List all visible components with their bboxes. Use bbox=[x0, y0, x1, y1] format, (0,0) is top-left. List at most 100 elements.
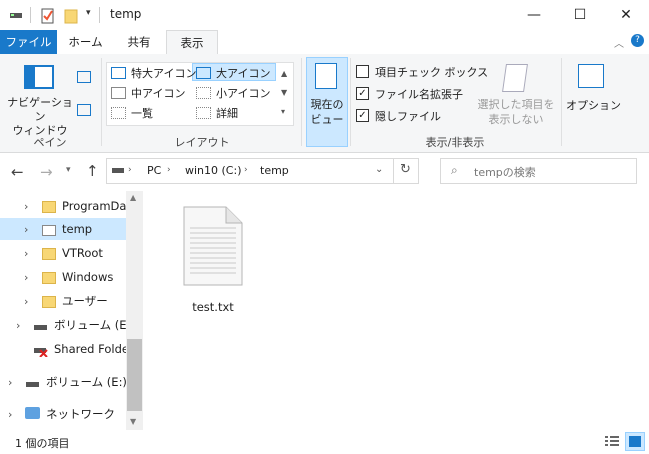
medium-icons-icon bbox=[111, 87, 126, 99]
details-pane-icon[interactable] bbox=[77, 104, 91, 116]
file-name: test.txt bbox=[192, 300, 234, 314]
up-arrow-icon[interactable]: ↑ bbox=[86, 162, 99, 180]
tab-share[interactable]: 共有 bbox=[114, 30, 164, 54]
folder-icon bbox=[42, 248, 56, 260]
large-icons-view-icon[interactable] bbox=[625, 432, 645, 451]
nav-scrollbar[interactable]: ▲ ▼ bbox=[126, 191, 143, 430]
layout-small-icons[interactable]: 小アイコン bbox=[216, 85, 270, 101]
new-folder-icon[interactable] bbox=[64, 8, 78, 24]
properties-icon[interactable] bbox=[41, 8, 55, 24]
help-icon[interactable]: ? bbox=[631, 34, 644, 47]
options-button[interactable]: オプション bbox=[566, 97, 621, 113]
address-bar[interactable]: › PC › win10 (C:) › temp ⌄ ↻ bbox=[106, 158, 419, 184]
large-icons-icon bbox=[196, 67, 211, 79]
item-count: 1 個の項目 bbox=[15, 437, 70, 450]
tree-item-network[interactable]: ネットワーク bbox=[46, 403, 115, 425]
extra-large-icons-icon bbox=[111, 67, 126, 79]
chevron-right-icon[interactable]: › bbox=[16, 319, 20, 332]
tab-view[interactable]: 表示 bbox=[166, 30, 218, 55]
tree-item-windows[interactable]: Windows bbox=[62, 266, 113, 288]
customize-qat-icon[interactable]: ▾ bbox=[86, 8, 91, 18]
navigation-pane: › ProgramDat › temp › VTRoot › Windows ›… bbox=[0, 191, 143, 430]
tree-item-volume-e-2[interactable]: ボリューム (E:) bbox=[46, 371, 127, 393]
file-extension-toggle[interactable]: ✓ bbox=[356, 87, 369, 100]
layout-medium-icons[interactable]: 中アイコン bbox=[131, 85, 185, 101]
maximize-button[interactable]: ☐ bbox=[557, 0, 603, 30]
drive-icon bbox=[34, 325, 47, 330]
tab-file[interactable]: ファイル bbox=[0, 30, 57, 54]
drive-icon bbox=[9, 8, 23, 22]
hide-selected-button[interactable]: 選択した項目を 表示しない bbox=[476, 97, 556, 127]
tree-item-temp[interactable]: temp bbox=[62, 218, 92, 240]
chevron-right-icon[interactable]: › bbox=[24, 295, 28, 308]
tree-item-vtroot[interactable]: VTRoot bbox=[62, 242, 103, 264]
chevron-right-icon[interactable]: › bbox=[24, 271, 28, 284]
title-bar: ▾ temp — ☐ ✕ bbox=[0, 0, 649, 30]
hide-selected-icon bbox=[502, 64, 528, 92]
back-arrow-icon[interactable]: ← bbox=[11, 163, 24, 181]
current-view-label: 現在の ビュー bbox=[310, 98, 344, 126]
chevron-right-icon[interactable]: › bbox=[24, 247, 28, 260]
layout-list[interactable]: 一覧 bbox=[131, 105, 153, 121]
chevron-right-icon[interactable]: › bbox=[8, 376, 12, 389]
drive-icon bbox=[112, 168, 124, 173]
options-icon bbox=[578, 64, 604, 88]
breadcrumb-temp[interactable]: temp bbox=[260, 164, 289, 177]
folder-icon bbox=[42, 201, 56, 213]
navigation-pane-button[interactable]: ナビゲーション ウィンドウ bbox=[6, 96, 74, 138]
tree-item-programdata[interactable]: ProgramDat bbox=[62, 195, 126, 217]
current-view-icon bbox=[315, 63, 337, 89]
search-placeholder: tempの検索 bbox=[474, 166, 536, 179]
layout-large-icons[interactable]: 大アイコン bbox=[216, 65, 270, 81]
details-icon bbox=[196, 107, 211, 119]
breadcrumb-separator-icon: › bbox=[244, 165, 248, 175]
minimize-button[interactable]: — bbox=[511, 0, 557, 30]
chevron-right-icon[interactable]: › bbox=[24, 200, 28, 213]
breadcrumb-drive[interactable]: win10 (C:) bbox=[185, 164, 242, 177]
scroll-up-icon[interactable]: ▲ bbox=[130, 193, 136, 202]
file-item[interactable]: test.txt bbox=[180, 206, 246, 314]
preview-pane-icon[interactable] bbox=[77, 71, 91, 83]
breadcrumb-separator-icon: › bbox=[128, 165, 132, 175]
navigation-pane-icon bbox=[24, 65, 54, 89]
show-hide-group-label: 表示/非表示 bbox=[425, 136, 485, 149]
close-button[interactable]: ✕ bbox=[603, 0, 649, 30]
ribbon-tabs: ファイル ホーム 共有 表示 ︿ ? bbox=[0, 30, 649, 55]
file-extension-label: ファイル名拡張子 bbox=[375, 88, 463, 101]
refresh-icon[interactable]: ↻ bbox=[400, 162, 411, 177]
window-title: temp bbox=[110, 7, 142, 21]
tab-home[interactable]: ホーム bbox=[57, 30, 114, 54]
item-checkbox-toggle[interactable] bbox=[356, 65, 369, 78]
layout-extra-large-icons[interactable]: 特大アイコン bbox=[131, 65, 196, 81]
scroll-down-icon[interactable]: ▼ bbox=[130, 417, 136, 426]
scrollbar-thumb[interactable] bbox=[127, 339, 142, 411]
folder-icon bbox=[42, 296, 56, 308]
search-box[interactable]: ⌕ tempの検索 bbox=[440, 158, 637, 184]
hidden-files-label: 隠しファイル bbox=[375, 110, 441, 123]
search-icon: ⌕ bbox=[451, 163, 458, 177]
layout-group-label: レイアウト bbox=[174, 136, 230, 149]
pane-group-label: ペイン bbox=[33, 136, 67, 149]
gallery-scroll-arrows[interactable]: ▲ ▼ ▾ bbox=[281, 64, 287, 121]
breadcrumb-pc[interactable]: PC bbox=[147, 164, 161, 177]
tree-item-shared-folder[interactable]: Shared Folder bbox=[54, 338, 134, 360]
network-icon bbox=[25, 407, 40, 419]
chevron-right-icon[interactable]: › bbox=[8, 408, 12, 421]
details-view-icon[interactable] bbox=[604, 434, 620, 449]
layout-details[interactable]: 詳細 bbox=[216, 105, 238, 121]
recent-locations-icon[interactable]: ▾ bbox=[66, 165, 71, 175]
drive-icon bbox=[26, 382, 39, 387]
status-bar: 1 個の項目 bbox=[0, 430, 649, 454]
shared-folder-icon bbox=[42, 225, 56, 236]
chevron-right-icon[interactable]: › bbox=[24, 223, 28, 236]
tree-item-users[interactable]: ユーザー bbox=[62, 290, 108, 312]
hidden-files-toggle[interactable]: ✓ bbox=[356, 109, 369, 122]
forward-arrow-icon[interactable]: → bbox=[40, 163, 53, 181]
breadcrumb-separator-icon: › bbox=[167, 165, 171, 175]
folder-icon bbox=[42, 272, 56, 284]
collapse-ribbon-icon[interactable]: ︿ bbox=[614, 35, 624, 50]
item-checkbox-label: 項目チェック ボックス bbox=[375, 66, 489, 79]
address-history-icon[interactable]: ⌄ bbox=[375, 164, 383, 175]
tree-item-volume-e[interactable]: ボリューム (E:) bbox=[54, 314, 135, 336]
text-file-icon bbox=[183, 206, 243, 286]
